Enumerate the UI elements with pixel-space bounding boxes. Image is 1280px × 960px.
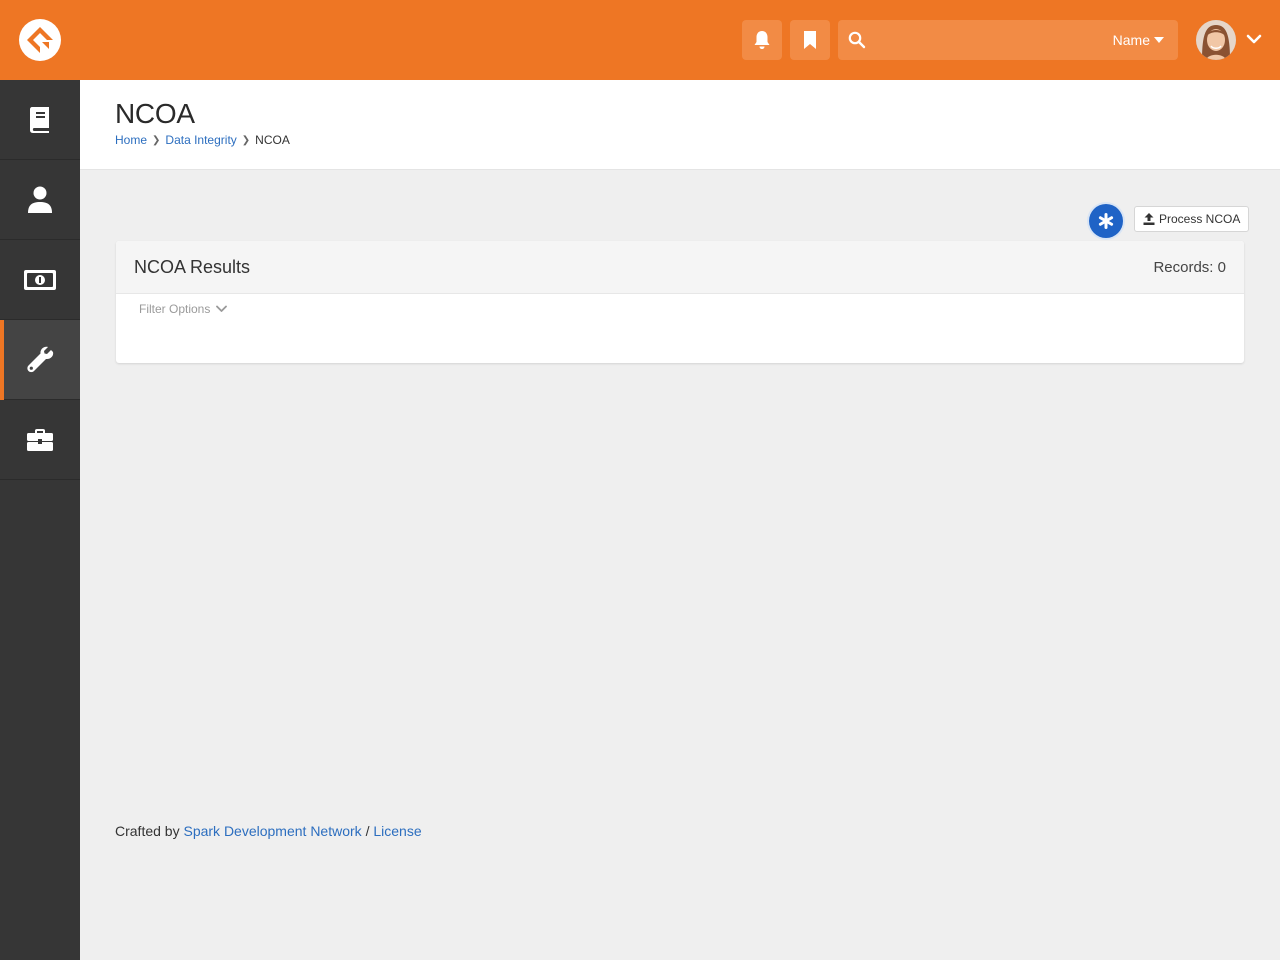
breadcrumb-current: NCOA xyxy=(255,133,290,147)
search-input[interactable] xyxy=(874,26,1098,56)
chevron-right-icon: ❯ xyxy=(241,134,251,146)
chevron-right-icon: ❯ xyxy=(152,134,161,146)
page-title: NCOA xyxy=(115,98,195,129)
footer-prefix: Crafted by xyxy=(115,823,180,839)
chevron-down-icon xyxy=(216,305,228,312)
asterisk-icon xyxy=(1098,213,1114,229)
sidebar xyxy=(0,80,80,960)
search-type-label: Name xyxy=(1112,32,1150,48)
bookmarks-button[interactable] xyxy=(790,20,830,60)
person-icon xyxy=(28,186,52,213)
footer: Crafted by Spark Development Network / L… xyxy=(115,823,422,839)
breadcrumb: Home ❯ Data Integrity ❯ NCOA xyxy=(115,133,290,147)
notifications-button[interactable] xyxy=(742,20,782,60)
avatar[interactable] xyxy=(1196,20,1236,60)
filter-options-toggle[interactable]: Filter Options xyxy=(139,302,228,316)
money-icon xyxy=(24,269,56,290)
rock-logo-icon[interactable] xyxy=(18,18,62,62)
sidebar-item-admin-tools[interactable] xyxy=(0,320,80,400)
upload-icon xyxy=(1143,213,1155,225)
wrench-icon xyxy=(27,346,54,372)
process-ncoa-label: Process NCOA xyxy=(1159,212,1241,226)
search-type-dropdown[interactable]: Name xyxy=(1113,32,1164,48)
breadcrumb-home[interactable]: Home xyxy=(115,133,147,147)
search-box[interactable]: Name xyxy=(838,20,1178,60)
process-ncoa-button[interactable]: Process NCOA xyxy=(1134,206,1250,232)
footer-separator: / xyxy=(365,823,370,839)
breadcrumb-data-integrity[interactable]: Data Integrity xyxy=(165,133,236,147)
license-link[interactable]: License xyxy=(373,823,421,839)
page-header: NCOA Home ❯ Data Integrity ❯ NCOA xyxy=(80,80,1280,170)
search-icon xyxy=(848,31,866,49)
sidebar-item-finance[interactable] xyxy=(0,240,80,320)
panel-title: NCOA Results xyxy=(134,257,251,277)
filter-options-label: Filter Options xyxy=(139,302,211,316)
caret-down-icon xyxy=(1154,37,1164,43)
sidebar-item-people[interactable] xyxy=(0,160,80,240)
top-bar: Name xyxy=(0,0,1280,80)
user-menu-chevron-icon[interactable] xyxy=(1246,32,1262,50)
ncoa-results-panel: NCOA Results Records: 0 Filter Options xyxy=(116,241,1244,363)
ncoa-settings-badge[interactable] xyxy=(1089,204,1123,238)
panel-heading: NCOA Results Records: 0 xyxy=(116,241,1244,294)
book-icon xyxy=(30,106,49,133)
sidebar-item-tools[interactable] xyxy=(0,400,80,480)
briefcase-icon xyxy=(27,428,53,451)
records-count: Records: 0 xyxy=(1153,259,1226,276)
bookmark-icon xyxy=(804,31,816,49)
sidebar-item-content[interactable] xyxy=(0,80,80,160)
spark-link[interactable]: Spark Development Network xyxy=(183,823,361,839)
bell-icon xyxy=(754,31,770,49)
